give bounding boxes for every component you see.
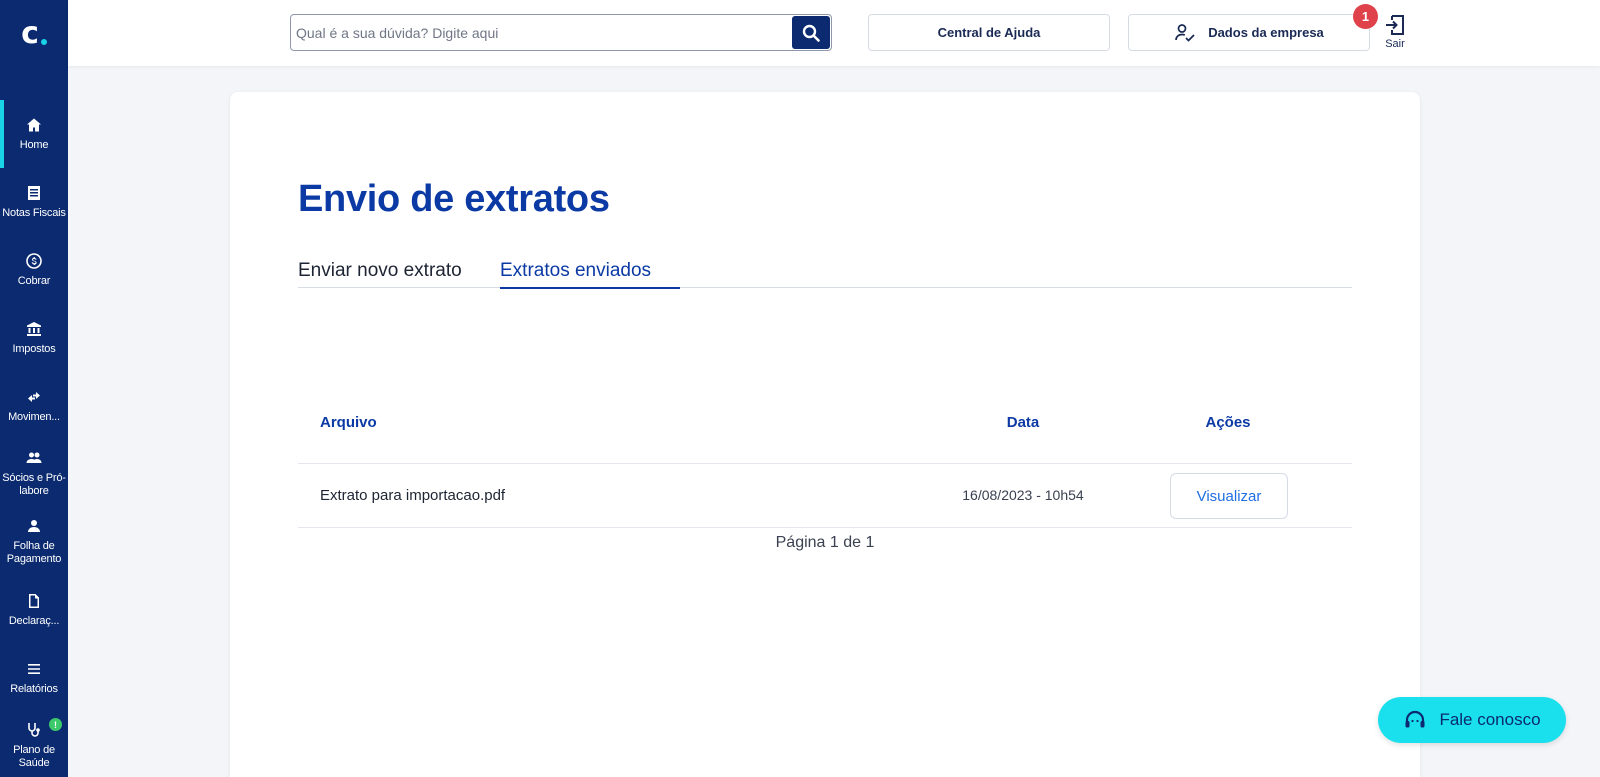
top-bar: Central de Ajuda Dados da empresa 1 Sair	[68, 0, 1600, 66]
sidebar-item-home[interactable]: Home	[0, 100, 68, 168]
sidebar-item-label: Sócios e Pró-labore	[2, 472, 66, 497]
list-icon	[28, 663, 40, 674]
app-logo[interactable]: c	[0, 14, 68, 54]
sidebar-item-socios[interactable]: Sócios e Pró-labore	[0, 440, 68, 508]
sidebar-item-notas-fiscais[interactable]: Notas Fiscais	[0, 168, 68, 236]
view-button[interactable]: Visualizar	[1170, 473, 1288, 519]
sidebar-item-label: Declaraç...	[8, 614, 60, 627]
sidebar-item-label: Movimen...	[8, 410, 60, 423]
stethoscope-icon	[28, 723, 40, 737]
logo-dot	[40, 39, 47, 45]
logout-button[interactable]: Sair	[1380, 14, 1410, 54]
sidebar: c Home Notas Fiscais Cobrar Impostos Mov…	[0, 0, 68, 777]
sidebar-item-declaracoes[interactable]: Declaraç...	[0, 576, 68, 644]
document-list-icon	[28, 185, 40, 200]
file-name-cell: Extrato para importacao.pdf	[320, 487, 506, 504]
logout-label: Sair	[1385, 38, 1405, 50]
contact-us-label: Fale conosco	[1439, 710, 1541, 729]
people-icon	[26, 452, 42, 463]
sidebar-item-label: Folha de Pagamento	[6, 540, 62, 565]
bank-icon	[27, 321, 41, 336]
date-cell: 16/08/2023 - 10h54	[962, 487, 1084, 503]
sidebar-item-label: Home	[19, 138, 49, 151]
column-header-actions: Ações	[1205, 414, 1251, 431]
sidebar-nav: Home Notas Fiscais Cobrar Impostos Movim…	[0, 100, 68, 777]
pagination-info: Página 1 de 1	[775, 534, 875, 551]
sidebar-item-label: Notas Fiscais	[2, 206, 66, 219]
search-button[interactable]	[792, 16, 830, 49]
search-icon	[802, 24, 820, 42]
sidebar-item-label: Plano de Saúde	[13, 744, 55, 769]
notification-badge[interactable]: 1	[1353, 4, 1378, 29]
sidebar-item-label: Relatórios	[10, 682, 58, 695]
main-card: Envio de extratos Enviar novo extrato Ex…	[230, 92, 1420, 777]
tab-sent-statements[interactable]: Extratos enviados	[500, 260, 681, 289]
help-center-label: Central de Ajuda	[937, 25, 1041, 40]
logo-letter: c	[21, 16, 39, 51]
person-icon	[28, 520, 40, 532]
help-center-button[interactable]: Central de Ajuda	[868, 14, 1110, 51]
sidebar-item-impostos[interactable]: Impostos	[0, 304, 68, 372]
search-box	[290, 14, 832, 51]
sidebar-item-label: Impostos	[12, 342, 56, 355]
company-data-label: Dados da empresa	[1208, 25, 1324, 40]
tab-bar: Enviar novo extrato Extratos enviados	[298, 260, 1352, 289]
table-header: Arquivo Data Ações	[298, 414, 1352, 464]
sidebar-item-cobrar[interactable]: Cobrar	[0, 236, 68, 304]
sidebar-item-label: Cobrar	[17, 274, 51, 287]
search-input[interactable]	[291, 24, 791, 41]
company-data-button[interactable]: Dados da empresa	[1128, 14, 1370, 51]
alert-badge: !	[49, 718, 62, 731]
column-header-date: Data	[1006, 414, 1040, 431]
transfer-arrows-icon	[28, 391, 40, 402]
table-row: Extrato para importacao.pdf 16/08/2023 -…	[298, 464, 1352, 528]
logout-icon	[1386, 15, 1404, 35]
contact-us-button[interactable]: Fale conosco	[1378, 697, 1566, 743]
headset-icon	[1405, 710, 1425, 728]
dollar-circle-icon	[26, 252, 42, 269]
user-check-icon	[1175, 23, 1195, 42]
home-icon	[27, 118, 41, 131]
tab-send-new-statement[interactable]: Enviar novo extrato	[298, 260, 462, 288]
sidebar-item-relatorios[interactable]: Relatórios	[0, 644, 68, 712]
column-header-file: Arquivo	[320, 414, 377, 431]
file-icon	[29, 593, 39, 608]
sidebar-item-folha[interactable]: Folha de Pagamento	[0, 508, 68, 576]
sidebar-item-movimentacoes[interactable]: Movimen...	[0, 372, 68, 440]
sidebar-item-plano-saude[interactable]: Plano de Saúde !	[0, 712, 68, 777]
page-title: Envio de extratos	[298, 178, 610, 220]
